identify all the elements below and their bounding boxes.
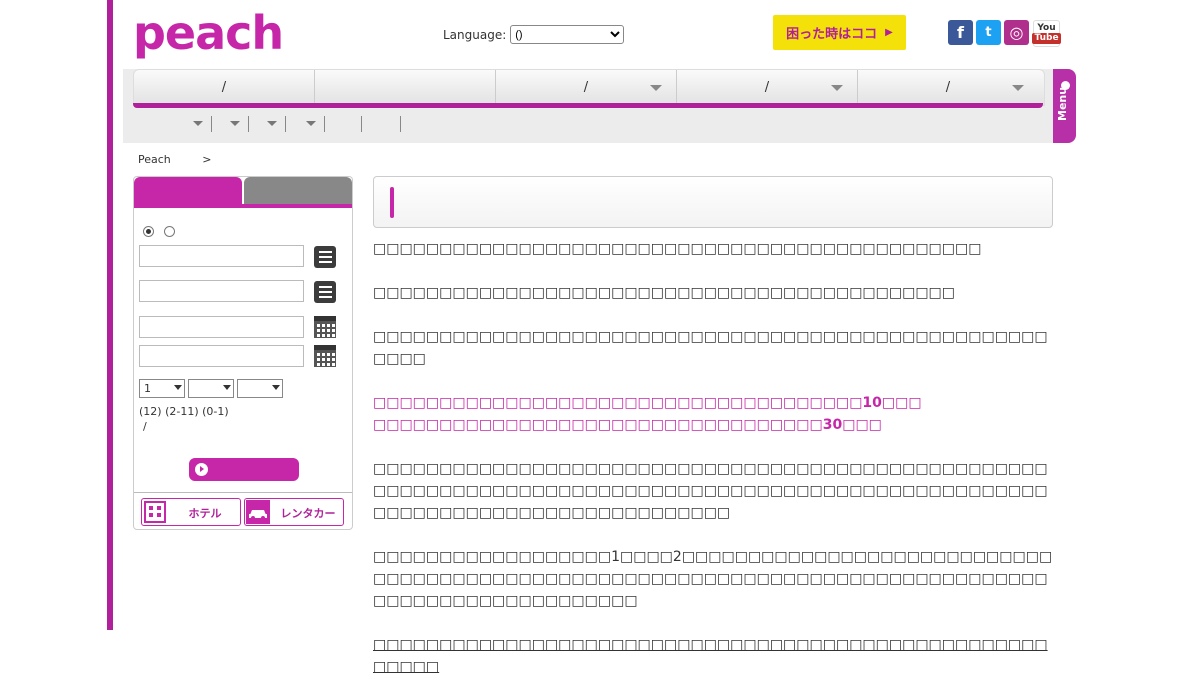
dropdown-arrow-icon: [174, 385, 182, 390]
tab-flight-search[interactable]: [134, 177, 242, 204]
subnav-item-3[interactable]: [249, 116, 286, 132]
breadcrumb: Peach >: [138, 153, 212, 166]
trip-type-radio-oneway[interactable]: [164, 226, 175, 237]
child-count-select[interactable]: [188, 379, 234, 398]
arrow-right-icon: ▶: [885, 27, 893, 38]
caret-down-icon: [230, 121, 240, 126]
main-content: □□□□□□□□□□□□□□□□□□□□□□□□□□□□□□□□□□□□□□□□…: [373, 238, 1053, 700]
nav-item-label: /: [221, 80, 227, 95]
calendar-icon[interactable]: [314, 316, 336, 338]
tab-secondary[interactable]: [244, 177, 352, 204]
car-icon: [246, 500, 270, 524]
passenger-slash: /: [143, 420, 147, 433]
notice-highlight: □□□□□□□□□□□□□□□□□□□□□□□□□□□□□□□□□□□□□10□…: [373, 392, 1053, 436]
help-button[interactable]: 困った時はココ ▶: [773, 15, 906, 50]
breadcrumb-separator: >: [202, 153, 212, 166]
dropdown-arrow-icon: [223, 385, 231, 390]
return-date-field[interactable]: [139, 345, 304, 367]
language-select[interactable]: (): [510, 25, 625, 44]
title-accent-bar: [390, 187, 394, 218]
subnav-item-2[interactable]: [212, 116, 249, 132]
subnav-item-6[interactable]: [362, 116, 401, 132]
content-link[interactable]: □□□□□□□□□□□□□□□□□□□□□□□□□□□□□□□□□□□□□□□□…: [373, 634, 1053, 678]
nav-item-label: /: [764, 80, 770, 95]
subnav-item-1[interactable]: [133, 116, 212, 132]
left-accent-bar: [107, 0, 113, 630]
list-icon[interactable]: [314, 246, 336, 268]
content-paragraph: □□□□□□□□□□□□□□□□□□□□□□□□□□□□□□□□□□□□□□□□…: [373, 285, 956, 301]
nav-item-5[interactable]: /: [858, 70, 1038, 105]
notice-line-2: □□□□□□□□□□□□□□□□□□□□□□□□□□□□□□□□□□30□□□: [373, 417, 882, 433]
infant-count-select[interactable]: [237, 379, 283, 398]
caret-down-icon: [650, 85, 662, 91]
dropdown-arrow-icon: [272, 385, 280, 390]
tab-underline: [134, 204, 352, 208]
rentacar-button[interactable]: レンタカー: [244, 498, 344, 526]
breadcrumb-home[interactable]: Peach: [138, 153, 171, 166]
youtube-icon-top: You: [1037, 22, 1056, 33]
notice-line-1: □□□□□□□□□□□□□□□□□□□□□□□□□□□□□□□□□□□□□10□…: [373, 395, 922, 411]
departure-date-field[interactable]: [139, 316, 304, 338]
nav-item-2[interactable]: [315, 70, 496, 105]
destination-field[interactable]: [139, 280, 304, 302]
nav-item-3[interactable]: /: [496, 70, 677, 105]
content-paragraph: □□□□□□□□□□□□□□□□□□□□□□□□□□□□□□□□□□□□□□□□…: [373, 329, 1048, 367]
main-nav: / / / /: [133, 69, 1045, 106]
play-circle-icon: [195, 463, 208, 476]
list-icon[interactable]: [314, 281, 336, 303]
caret-down-icon: [267, 121, 277, 126]
rentacar-button-label: レンタカー: [280, 507, 336, 520]
nav-item-4[interactable]: /: [677, 70, 858, 105]
nav-item-label: /: [945, 80, 951, 95]
origin-field[interactable]: [139, 245, 304, 267]
language-label: Language:: [443, 27, 507, 42]
booking-tabs: [134, 177, 352, 208]
sub-nav: [133, 115, 401, 133]
youtube-icon-bottom: Tube: [1032, 32, 1061, 44]
content-paragraph: □□□□□□□□□□□□□□□□□□□□□□□□□□□□□□□□□□□□□□□□…: [373, 241, 982, 257]
peach-logo[interactable]: peach: [133, 10, 284, 56]
hotel-button[interactable]: ホテル: [141, 498, 241, 526]
menu-tab[interactable]: Menu: [1053, 69, 1076, 143]
trip-type-radio-roundtrip[interactable]: [143, 226, 154, 237]
booking-panel: 1 (12) (2-11) (0-1) / ホテル レンタカー: [133, 176, 353, 530]
subnav-item-4[interactable]: [286, 116, 325, 132]
search-flights-button[interactable]: [189, 458, 299, 481]
caret-down-icon: [831, 85, 843, 91]
nav-item-1[interactable]: /: [134, 70, 315, 105]
caret-down-icon: [306, 121, 316, 126]
panel-divider: [134, 492, 352, 493]
subnav-item-5[interactable]: [325, 116, 362, 132]
calendar-icon[interactable]: [314, 345, 336, 367]
adult-count-value: 1: [144, 382, 151, 395]
nav-underline: [133, 103, 1043, 108]
content-paragraph: □□□□□□□□□□□□□□□□□□1□□□□2□□□□□□□□□□□□□□□□…: [373, 549, 1053, 609]
content-paragraph: □□□□□□□□□□□□□□□□□□□□□□□□□□□□□□□□□□□□□□□□…: [373, 461, 1048, 521]
hotel-button-label: ホテル: [188, 507, 222, 520]
adult-count-select[interactable]: 1: [139, 379, 185, 398]
hotel-icon: [143, 500, 167, 524]
help-button-label: 困った時はココ: [786, 27, 878, 42]
facebook-icon[interactable]: f: [948, 20, 973, 45]
caret-down-icon: [193, 121, 203, 126]
passenger-age-label: (12) (2-11) (0-1): [139, 405, 229, 418]
twitter-icon[interactable]: t: [976, 20, 1001, 45]
instagram-icon[interactable]: ◎: [1004, 20, 1029, 45]
language-switcher: Language: (): [443, 25, 625, 44]
nav-item-label: /: [583, 80, 589, 95]
caret-down-icon: [1012, 85, 1024, 91]
page-title-box: [373, 176, 1053, 228]
youtube-icon[interactable]: You Tube: [1032, 20, 1061, 47]
menu-tab-label: Menu: [1056, 86, 1069, 121]
